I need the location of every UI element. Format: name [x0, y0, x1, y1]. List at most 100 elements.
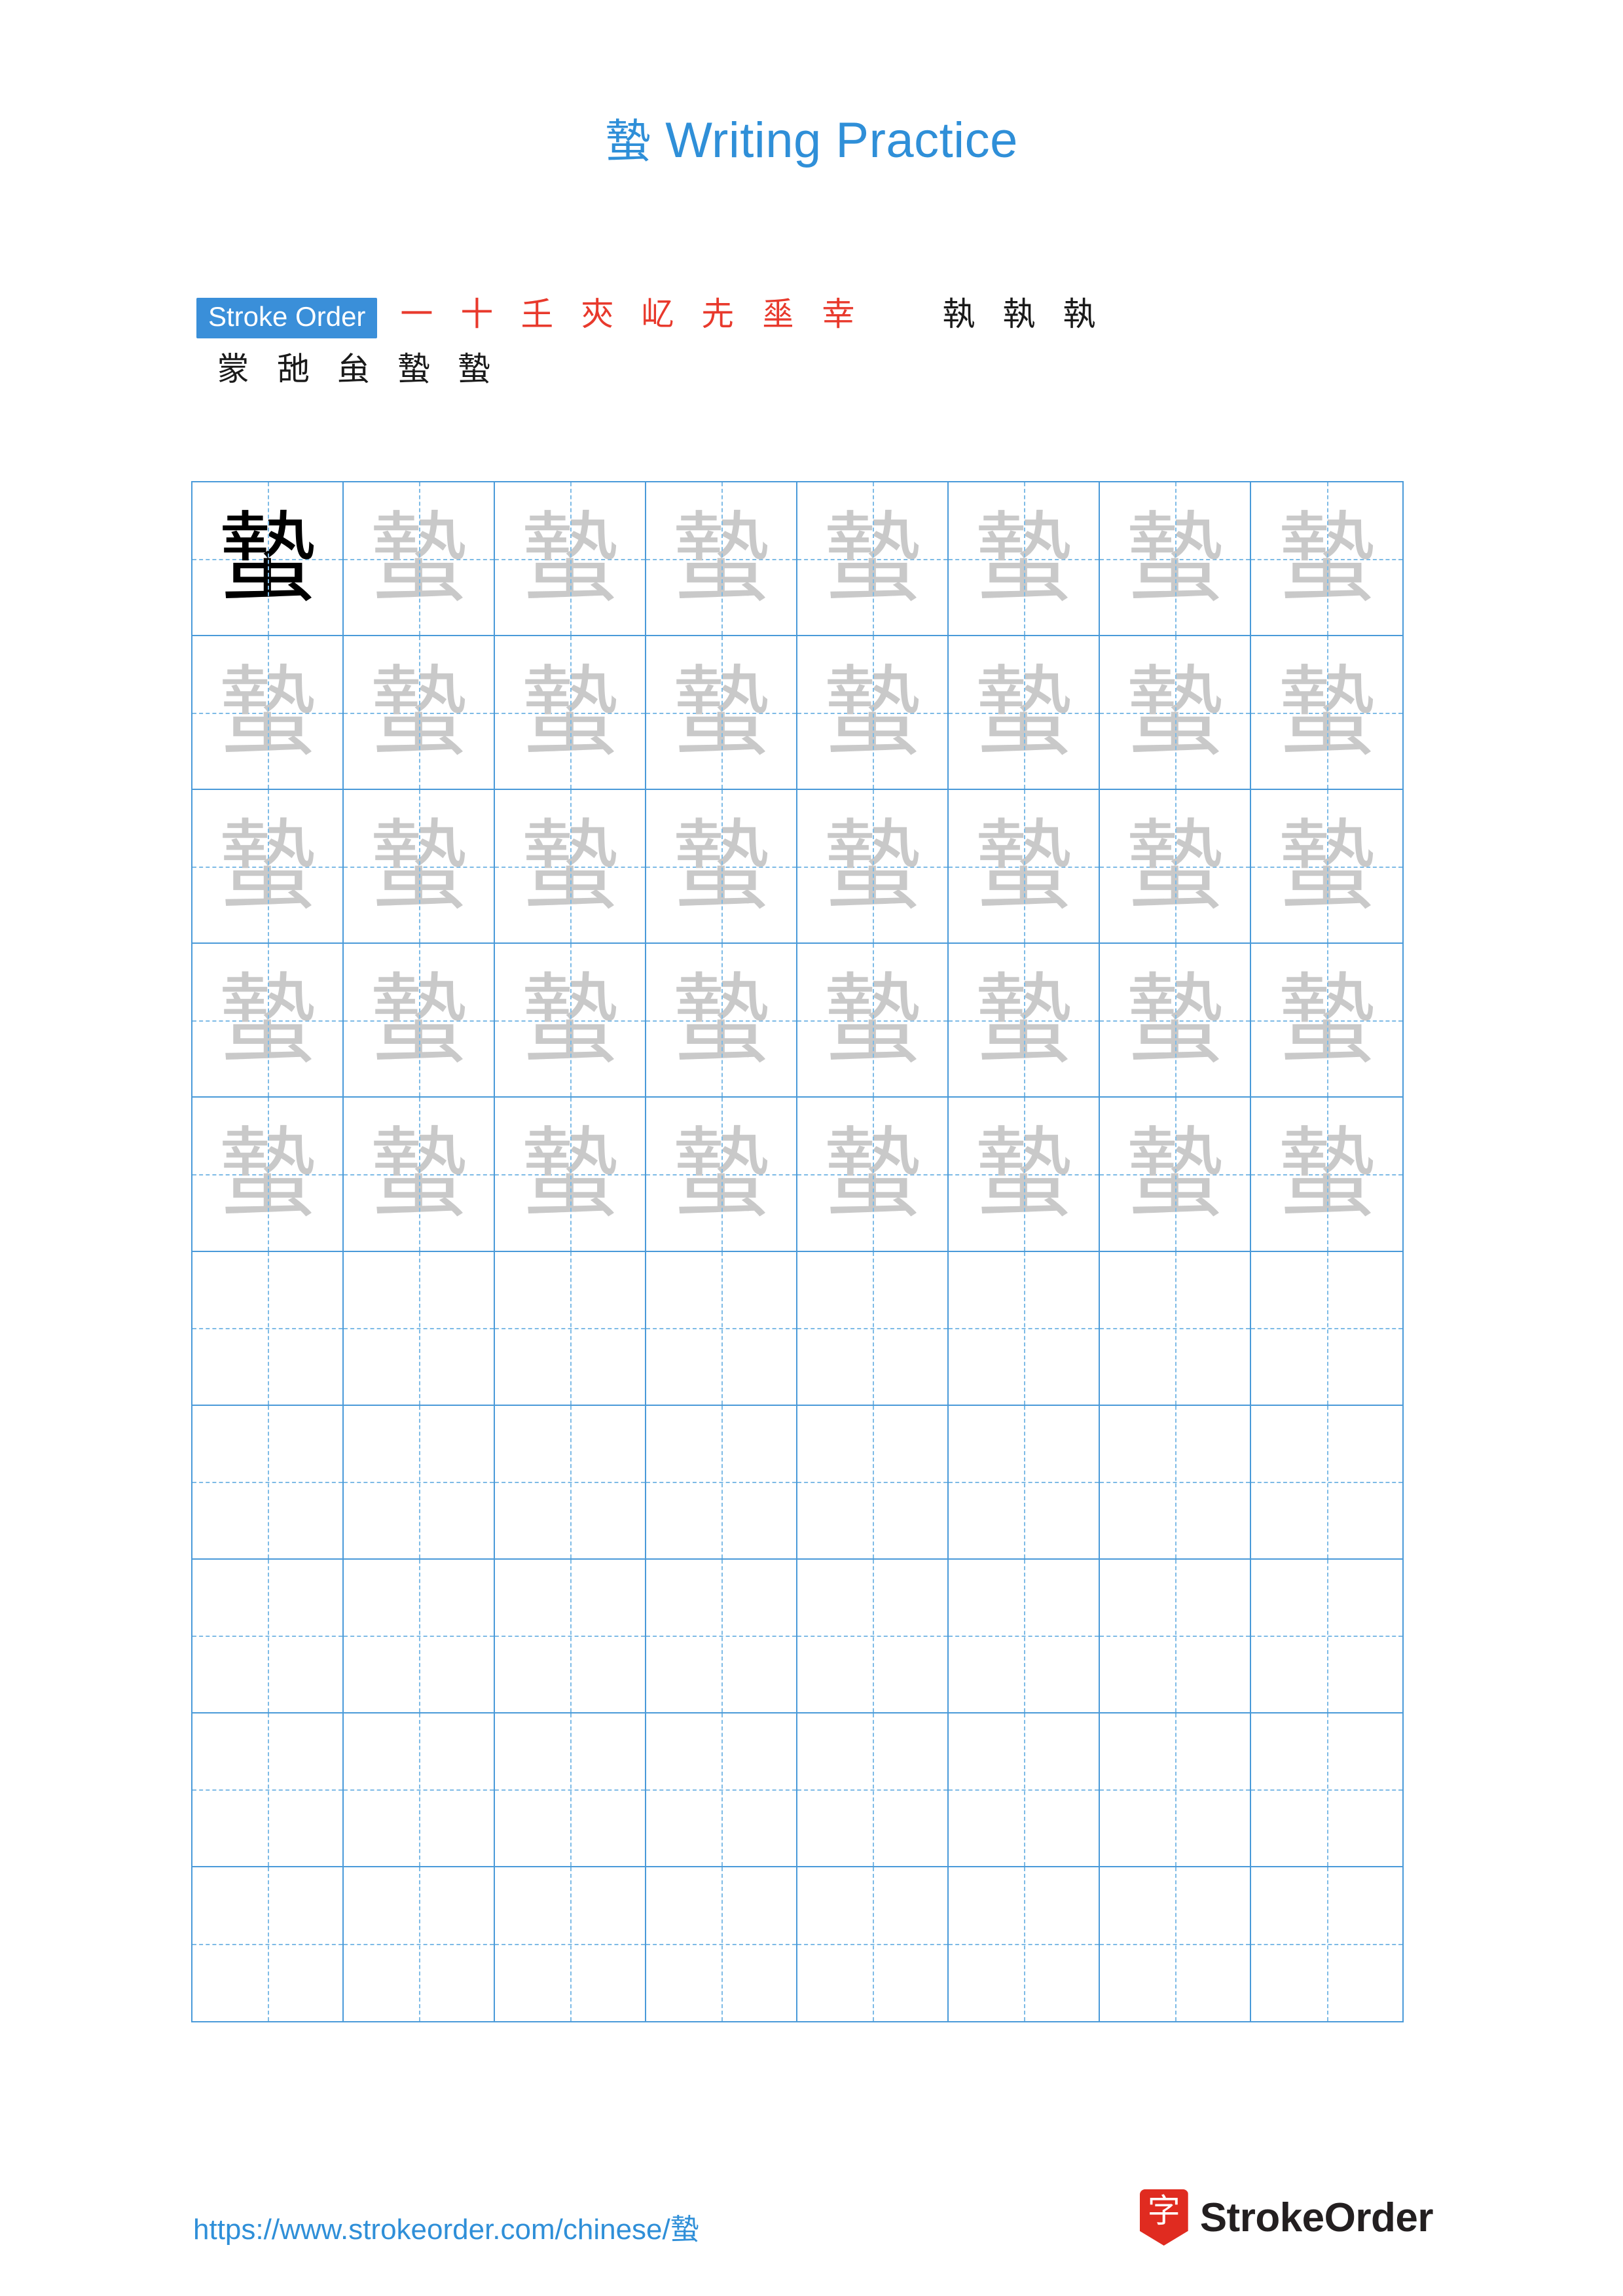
practice-cell[interactable]: 蟄: [949, 636, 1100, 790]
footer-url[interactable]: https://www.strokeorder.com/chinese/蟄: [193, 2206, 699, 2248]
practice-cell[interactable]: [646, 1713, 797, 1867]
practice-cell[interactable]: [344, 1560, 495, 1713]
stroke-step: 蟄: [444, 353, 504, 386]
tracing-character: 蟄: [192, 944, 342, 1096]
practice-cell[interactable]: [192, 1252, 344, 1406]
practice-cell[interactable]: 蟄: [1100, 944, 1251, 1098]
practice-cell[interactable]: [646, 1560, 797, 1713]
practice-cell[interactable]: 蟄: [192, 482, 344, 636]
practice-cell[interactable]: 蟄: [1251, 482, 1402, 636]
practice-cell[interactable]: [495, 1252, 646, 1406]
practice-cell[interactable]: 蟄: [344, 790, 495, 944]
practice-cell[interactable]: 蟄: [797, 482, 949, 636]
practice-cell[interactable]: [797, 1560, 949, 1713]
practice-cell[interactable]: 蟄: [495, 1098, 646, 1251]
practice-cell[interactable]: [797, 1406, 949, 1560]
practice-cell[interactable]: [646, 1867, 797, 2021]
practice-cell[interactable]: [797, 1713, 949, 1867]
practice-cell[interactable]: 蟄: [797, 636, 949, 790]
practice-cell[interactable]: 蟄: [495, 636, 646, 790]
practice-cell[interactable]: [1251, 1252, 1402, 1406]
practice-cell[interactable]: 蟄: [646, 482, 797, 636]
practice-cell[interactable]: 蟄: [1251, 944, 1402, 1098]
practice-cell[interactable]: [495, 1867, 646, 2021]
brand-mark-character: 字: [1140, 2189, 1188, 2246]
practice-cell[interactable]: [1100, 1713, 1251, 1867]
practice-cell[interactable]: [344, 1406, 495, 1560]
practice-cell[interactable]: 蟄: [646, 790, 797, 944]
practice-cell[interactable]: [797, 1252, 949, 1406]
practice-cell[interactable]: 蟄: [495, 482, 646, 636]
practice-cell[interactable]: 蟄: [344, 482, 495, 636]
practice-cell[interactable]: 蟄: [646, 944, 797, 1098]
practice-cell[interactable]: [1100, 1252, 1251, 1406]
practice-cell[interactable]: [192, 1560, 344, 1713]
practice-cell[interactable]: [949, 1867, 1100, 2021]
practice-cell[interactable]: 蟄: [949, 1098, 1100, 1251]
tracing-character: 蟄: [949, 790, 1099, 942]
tracing-character: 蟄: [1100, 1098, 1250, 1250]
practice-cell[interactable]: 蟄: [344, 1098, 495, 1251]
practice-cell[interactable]: 蟄: [797, 1098, 949, 1251]
practice-cell[interactable]: [344, 1713, 495, 1867]
practice-cell[interactable]: 蟄: [646, 636, 797, 790]
practice-cell[interactable]: 蟄: [192, 944, 344, 1098]
practice-cell[interactable]: [1251, 1560, 1402, 1713]
tracing-character: 蟄: [797, 1098, 947, 1250]
practice-cell[interactable]: 蟄: [1100, 790, 1251, 944]
practice-cell[interactable]: 蟄: [797, 790, 949, 944]
practice-cell[interactable]: 蟄: [1100, 1098, 1251, 1251]
page-title-text: Writing Practice: [665, 113, 1018, 168]
practice-cell[interactable]: [1100, 1867, 1251, 2021]
practice-cell[interactable]: [646, 1252, 797, 1406]
tracing-character: 蟄: [949, 482, 1099, 635]
practice-cell[interactable]: [1251, 1867, 1402, 2021]
tracing-character: 蟄: [1100, 482, 1250, 635]
practice-cell[interactable]: [949, 1406, 1100, 1560]
tracing-character: 蟄: [1100, 944, 1250, 1096]
practice-cell[interactable]: [1251, 1406, 1402, 1560]
practice-cell[interactable]: 蟄: [949, 482, 1100, 636]
practice-cell[interactable]: 蟄: [344, 636, 495, 790]
practice-cell[interactable]: [495, 1560, 646, 1713]
practice-cell[interactable]: 蟄: [797, 944, 949, 1098]
practice-cell[interactable]: [949, 1560, 1100, 1713]
practice-cell[interactable]: [495, 1406, 646, 1560]
practice-cell[interactable]: 蟄: [949, 790, 1100, 944]
stroke-step: 𫎇: [203, 353, 263, 386]
practice-cell[interactable]: 蟄: [495, 790, 646, 944]
practice-cell[interactable]: 蟄: [192, 1098, 344, 1251]
practice-cell[interactable]: 蟄: [1251, 1098, 1402, 1251]
practice-cell[interactable]: [495, 1713, 646, 1867]
stroke-step: 執: [928, 298, 989, 331]
practice-cell[interactable]: [344, 1867, 495, 2021]
practice-cell[interactable]: 蟄: [1251, 636, 1402, 790]
practice-cell[interactable]: 蟄: [192, 790, 344, 944]
practice-cell[interactable]: [344, 1252, 495, 1406]
tracing-character: 蟄: [495, 482, 645, 635]
practice-cell[interactable]: [646, 1406, 797, 1560]
practice-cell[interactable]: [192, 1713, 344, 1867]
tracing-character: 蟄: [344, 1098, 494, 1250]
stroke-step: 𡴭: [627, 298, 687, 331]
tracing-character: 蟄: [949, 944, 1099, 1096]
practice-cell[interactable]: [1100, 1406, 1251, 1560]
practice-cell[interactable]: 蟄: [1100, 636, 1251, 790]
tracing-character: 蟄: [344, 636, 494, 789]
practice-cell[interactable]: 蟄: [949, 944, 1100, 1098]
practice-cell[interactable]: [1100, 1560, 1251, 1713]
practice-cell[interactable]: [192, 1867, 344, 2021]
tracing-character: 蟄: [344, 944, 494, 1096]
practice-cell[interactable]: 蟄: [1100, 482, 1251, 636]
practice-cell[interactable]: 蟄: [192, 636, 344, 790]
practice-cell[interactable]: [192, 1406, 344, 1560]
practice-cell[interactable]: [949, 1713, 1100, 1867]
practice-cell[interactable]: 蟄: [646, 1098, 797, 1251]
tracing-character: 蟄: [949, 1098, 1099, 1250]
practice-cell[interactable]: 蟄: [1251, 790, 1402, 944]
practice-cell[interactable]: [1251, 1713, 1402, 1867]
practice-cell[interactable]: [949, 1252, 1100, 1406]
practice-cell[interactable]: [797, 1867, 949, 2021]
practice-cell[interactable]: 蟄: [344, 944, 495, 1098]
practice-cell[interactable]: 蟄: [495, 944, 646, 1098]
